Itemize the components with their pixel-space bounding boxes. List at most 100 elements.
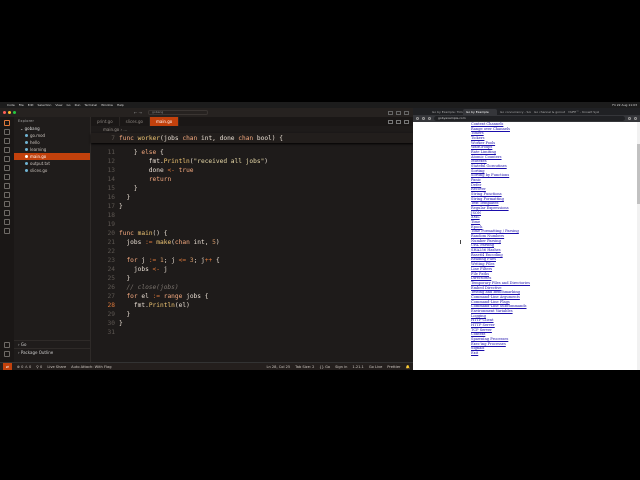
tab-main-go[interactable]: main.go: [149, 117, 180, 126]
timeline-icon[interactable]: [4, 219, 10, 225]
close-window-button[interactable]: [3, 111, 6, 114]
example-link[interactable]: Exit: [471, 351, 530, 356]
live-share-status[interactable]: Live Share: [47, 363, 66, 370]
code-line[interactable]: }: [119, 275, 130, 282]
auto-attach-status[interactable]: Auto Attach: With Flag: [71, 363, 111, 370]
bell-icon[interactable]: 🔔: [406, 363, 410, 370]
go-section[interactable]: › Go: [14, 340, 90, 348]
browser-tab[interactable]: Go channel & goroutine: [531, 109, 565, 115]
menu-item-view[interactable]: View: [55, 103, 62, 107]
search-icon[interactable]: [4, 129, 10, 135]
maximize-window-button[interactable]: [13, 111, 16, 114]
browser-tab[interactable]: Go by Example: Timers: [429, 109, 463, 115]
extensions-icon[interactable]: [4, 156, 10, 162]
file-item[interactable]: main.go: [14, 153, 90, 160]
browser-tab[interactable]: Go concurrency - Sonia Ka: [497, 109, 531, 115]
github-icon[interactable]: [4, 210, 10, 216]
menu-item-code[interactable]: Code: [7, 103, 15, 107]
code-line[interactable]: done <- true: [119, 167, 194, 174]
customize-layout-icon[interactable]: [404, 110, 409, 115]
folder-gobang[interactable]: ⌄ gobang: [14, 125, 90, 132]
vscode-titlebar: ← → gobang: [0, 108, 413, 117]
explorer-icon[interactable]: [4, 120, 10, 126]
menu-item-go[interactable]: Go: [66, 103, 70, 107]
source-control-icon[interactable]: [4, 138, 10, 144]
code-line[interactable]: }: [119, 185, 138, 192]
back-icon[interactable]: [416, 117, 419, 120]
menu-item-help[interactable]: Help: [117, 103, 124, 107]
testing-icon[interactable]: [4, 174, 10, 180]
sign-in[interactable]: Sign in: [335, 363, 347, 370]
menu-item-terminal[interactable]: Terminal: [84, 103, 97, 107]
code-line[interactable]: for j := 1; j <= 3; j++ {: [119, 257, 219, 264]
ports-count[interactable]: ⚲ 0: [36, 363, 42, 370]
package-outline-section[interactable]: › Package Outline: [14, 348, 90, 356]
file-item[interactable]: go.mod: [14, 132, 90, 139]
browser-tab[interactable]: Go by Example: [463, 109, 497, 115]
code-line[interactable]: fmt.Println(el): [119, 302, 190, 309]
file-name: main.go: [30, 154, 47, 159]
language-mode[interactable]: {} Go: [319, 363, 330, 370]
code-line[interactable]: // close(jobs): [119, 284, 178, 291]
toggle-panel-icon[interactable]: [396, 110, 401, 115]
menu-item-edit[interactable]: Edit: [28, 103, 34, 107]
code-line[interactable]: }: [119, 203, 123, 210]
minimize-window-button[interactable]: [8, 111, 11, 114]
code-line[interactable]: fmt.Println("received all jobs"): [119, 158, 268, 165]
menu-item-run[interactable]: Run: [75, 103, 81, 107]
database-icon[interactable]: [4, 201, 10, 207]
gear-icon[interactable]: [4, 351, 10, 357]
run-icon[interactable]: [388, 119, 393, 124]
account-icon[interactable]: [4, 342, 10, 348]
docker-icon[interactable]: [4, 192, 10, 198]
code-line[interactable]: func worker(jobs chan int, done chan boo…: [119, 135, 283, 142]
reload-icon[interactable]: [428, 117, 431, 120]
profile-icon[interactable]: [634, 117, 637, 120]
code-line[interactable]: func main() {: [119, 230, 167, 237]
file-item[interactable]: slices.go: [14, 167, 90, 174]
go-live-button[interactable]: Go Live: [369, 363, 382, 370]
code-line[interactable]: jobs <- j: [119, 266, 168, 273]
cursor-position[interactable]: Ln 28, Col 25: [266, 363, 290, 370]
prettier-status[interactable]: Prettier: [387, 363, 400, 370]
file-item[interactable]: output.txt: [14, 160, 90, 167]
tab-size[interactable]: Tab Size: 2: [295, 363, 314, 370]
toggle-sidebar-icon[interactable]: [388, 110, 393, 115]
code-editor[interactable]: 7 func worker(jobs chan int, done chan bo…: [91, 133, 413, 362]
browser-tab[interactable]: YAIFE™ - Knowit Syste: [565, 109, 599, 115]
code-line[interactable]: return: [119, 176, 171, 183]
remote-explorer-icon[interactable]: [4, 165, 10, 171]
example-link[interactable]: Temporary Files and Directories: [471, 281, 530, 286]
editor-actions: [388, 117, 409, 126]
forward-icon[interactable]: [422, 117, 425, 120]
git-graph-icon[interactable]: [4, 228, 10, 234]
menu-item-window[interactable]: Window: [101, 103, 113, 107]
code-line[interactable]: }: [119, 194, 130, 201]
nav-arrows[interactable]: ← →: [134, 110, 142, 115]
file-item[interactable]: hello: [14, 139, 90, 146]
menubar-clock[interactable]: Fri 22 Aug 11:03: [612, 103, 637, 107]
code-line[interactable]: jobs := make(chan int, 5): [119, 239, 219, 246]
run-debug-icon[interactable]: [4, 147, 10, 153]
command-center-search[interactable]: gobang: [147, 110, 208, 115]
line-number: 27: [107, 293, 115, 300]
more-actions-icon[interactable]: [404, 119, 409, 124]
tab-print-go[interactable]: print.go: [91, 117, 120, 126]
file-item[interactable]: learning: [14, 146, 90, 153]
code-line[interactable]: }: [119, 311, 130, 318]
code-line[interactable]: } else {: [119, 149, 164, 156]
code-line[interactable]: }: [119, 320, 123, 327]
code-line[interactable]: for el := range jobs {: [119, 293, 208, 300]
line-number: 15: [107, 185, 115, 192]
menu-item-selection[interactable]: Selection: [38, 103, 52, 107]
split-editor-icon[interactable]: [396, 119, 401, 124]
problems-count[interactable]: ⊗ 0 ⚠ 0: [17, 363, 31, 370]
breadcrumb[interactable]: main.go › ...: [91, 126, 413, 133]
extensions-puzzle-icon[interactable]: [628, 117, 631, 120]
remote-indicator-icon[interactable]: ⇌: [3, 363, 13, 370]
address-bar[interactable]: gobyexample.com: [434, 116, 625, 121]
live-share-icon[interactable]: [4, 183, 10, 189]
tab-slices-go[interactable]: slices.go: [120, 117, 150, 126]
go-version[interactable]: 1.21.1: [352, 363, 363, 370]
menu-item-file[interactable]: File: [19, 103, 24, 107]
